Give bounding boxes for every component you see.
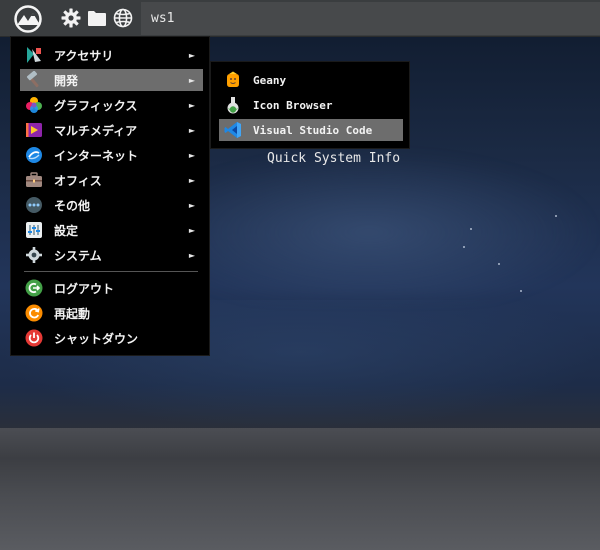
submenu-arrow-icon: ► [188,125,195,135]
submenu-item-label: Visual Studio Code [253,123,373,137]
menu-item-internet[interactable]: インターネット ► [20,144,203,166]
star [470,228,472,230]
globe-icon[interactable] [110,0,136,36]
logout-icon [24,278,44,298]
menu-item-label: その他 [54,198,91,213]
menu-item-label: 再起動 [54,306,91,321]
star [555,215,557,217]
menu-item-other[interactable]: その他 ► [20,194,203,216]
submenu-arrow-icon: ► [188,225,195,235]
reboot-icon [24,303,44,323]
submenu-arrow-icon: ► [188,50,195,60]
menu-item-reboot[interactable]: 再起動 [20,302,203,324]
multimedia-icon [24,120,44,140]
menu-item-label: ログアウト [54,281,115,296]
menu-item-graphics[interactable]: グラフィックス ► [20,94,203,116]
icon-browser-icon [223,95,243,115]
menu-item-logout[interactable]: ログアウト [20,277,203,299]
menu-item-label: オフィス [54,173,102,188]
office-icon [24,170,44,190]
menu-item-label: シャットダウン [54,331,139,346]
menu-item-office[interactable]: オフィス ► [20,169,203,191]
vscode-icon [223,120,243,140]
internet-icon [24,145,44,165]
shutdown-icon [24,328,44,348]
submenu-arrow-icon: ► [188,100,195,110]
menu-item-label: インターネット [54,148,139,163]
workspace-indicator[interactable]: ws1 [141,2,600,35]
settings-icon [24,220,44,240]
menu-item-shutdown[interactable]: シャットダウン [20,327,203,349]
graphics-icon [24,95,44,115]
other-icon [24,195,44,215]
submenu-arrow-icon: ► [188,150,195,160]
menu-item-label: 開発 [54,73,79,88]
system-icon [24,245,44,265]
submenu-item-label: Icon Browser [253,98,333,112]
menu-item-development[interactable]: 開発 ► [20,69,203,91]
star [463,246,465,248]
submenu-arrow-icon: ► [188,250,195,260]
submenu-item-icon-browser[interactable]: Icon Browser [219,94,403,116]
menu-item-label: システム [54,248,102,263]
menu-item-label: グラフィックス [54,98,138,113]
folder-icon[interactable] [84,0,110,36]
development-icon [24,70,44,90]
menu-separator [24,271,198,272]
application-menu: アクセサリ ► 開発 ► グラフィックス ► マルチメディア ► インターネット… [10,36,210,356]
menu-item-settings[interactable]: 設定 ► [20,219,203,241]
menu-item-multimedia[interactable]: マルチメディア ► [20,119,203,141]
ground-horizon [0,428,600,550]
submenu-arrow-icon: ► [188,175,195,185]
accessories-icon [24,45,44,65]
top-panel: ws1 [0,0,600,37]
submenu-arrow-icon: ► [188,200,195,210]
app-menu-logo-icon[interactable] [8,0,48,36]
cloud-decoration [180,150,600,300]
menu-item-system[interactable]: システム ► [20,244,203,266]
star [520,290,522,292]
submenu-arrow-icon: ► [188,75,195,85]
submenu-item-geany[interactable]: Geany [219,69,403,91]
submenu-item-vscode[interactable]: Visual Studio Code [219,119,403,141]
menu-item-label: マルチメディア [54,123,138,138]
star [498,263,500,265]
submenu-item-label: Geany [253,73,287,87]
gear-icon[interactable] [58,0,84,36]
development-submenu: Geany Icon Browser Visual Studio Code [210,61,410,149]
quick-system-info[interactable]: Quick System Info [267,151,400,166]
menu-item-label: 設定 [54,223,79,238]
menu-item-accessories[interactable]: アクセサリ ► [20,44,203,66]
geany-icon [223,70,243,90]
menu-item-label: アクセサリ [54,48,114,63]
